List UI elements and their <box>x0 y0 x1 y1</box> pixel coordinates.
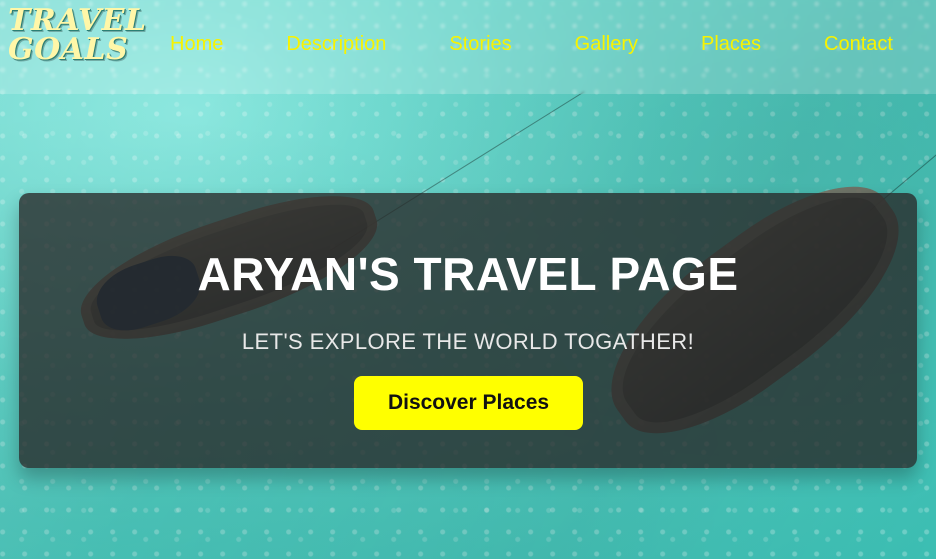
nav-link-contact[interactable]: Contact <box>824 33 893 55</box>
nav-link-description[interactable]: Description <box>286 33 386 55</box>
site-logo[interactable]: TRAVEL GOALS <box>8 3 147 68</box>
hero-card: ARYAN'S TRAVEL PAGE LET'S EXPLORE THE WO… <box>19 193 917 468</box>
nav-link-gallery[interactable]: Gallery <box>575 33 638 55</box>
nav-link-stories[interactable]: Stories <box>449 33 511 55</box>
logo-line-2: GOALS <box>8 32 129 68</box>
top-navigation: TRAVEL GOALS Home Description Stories Ga… <box>0 0 936 94</box>
nav-link-places[interactable]: Places <box>701 33 761 55</box>
logo-line-1: TRAVEL <box>8 3 147 38</box>
hero-title: ARYAN'S TRAVEL PAGE <box>197 248 739 300</box>
discover-places-button[interactable]: Discover Places <box>354 376 583 430</box>
hero-subtitle: LET'S EXPLORE THE WORLD TOGATHER! <box>241 329 695 354</box>
nav-menu: Home Description Stories Gallery Places … <box>170 33 893 55</box>
nav-link-home[interactable]: Home <box>170 33 223 55</box>
